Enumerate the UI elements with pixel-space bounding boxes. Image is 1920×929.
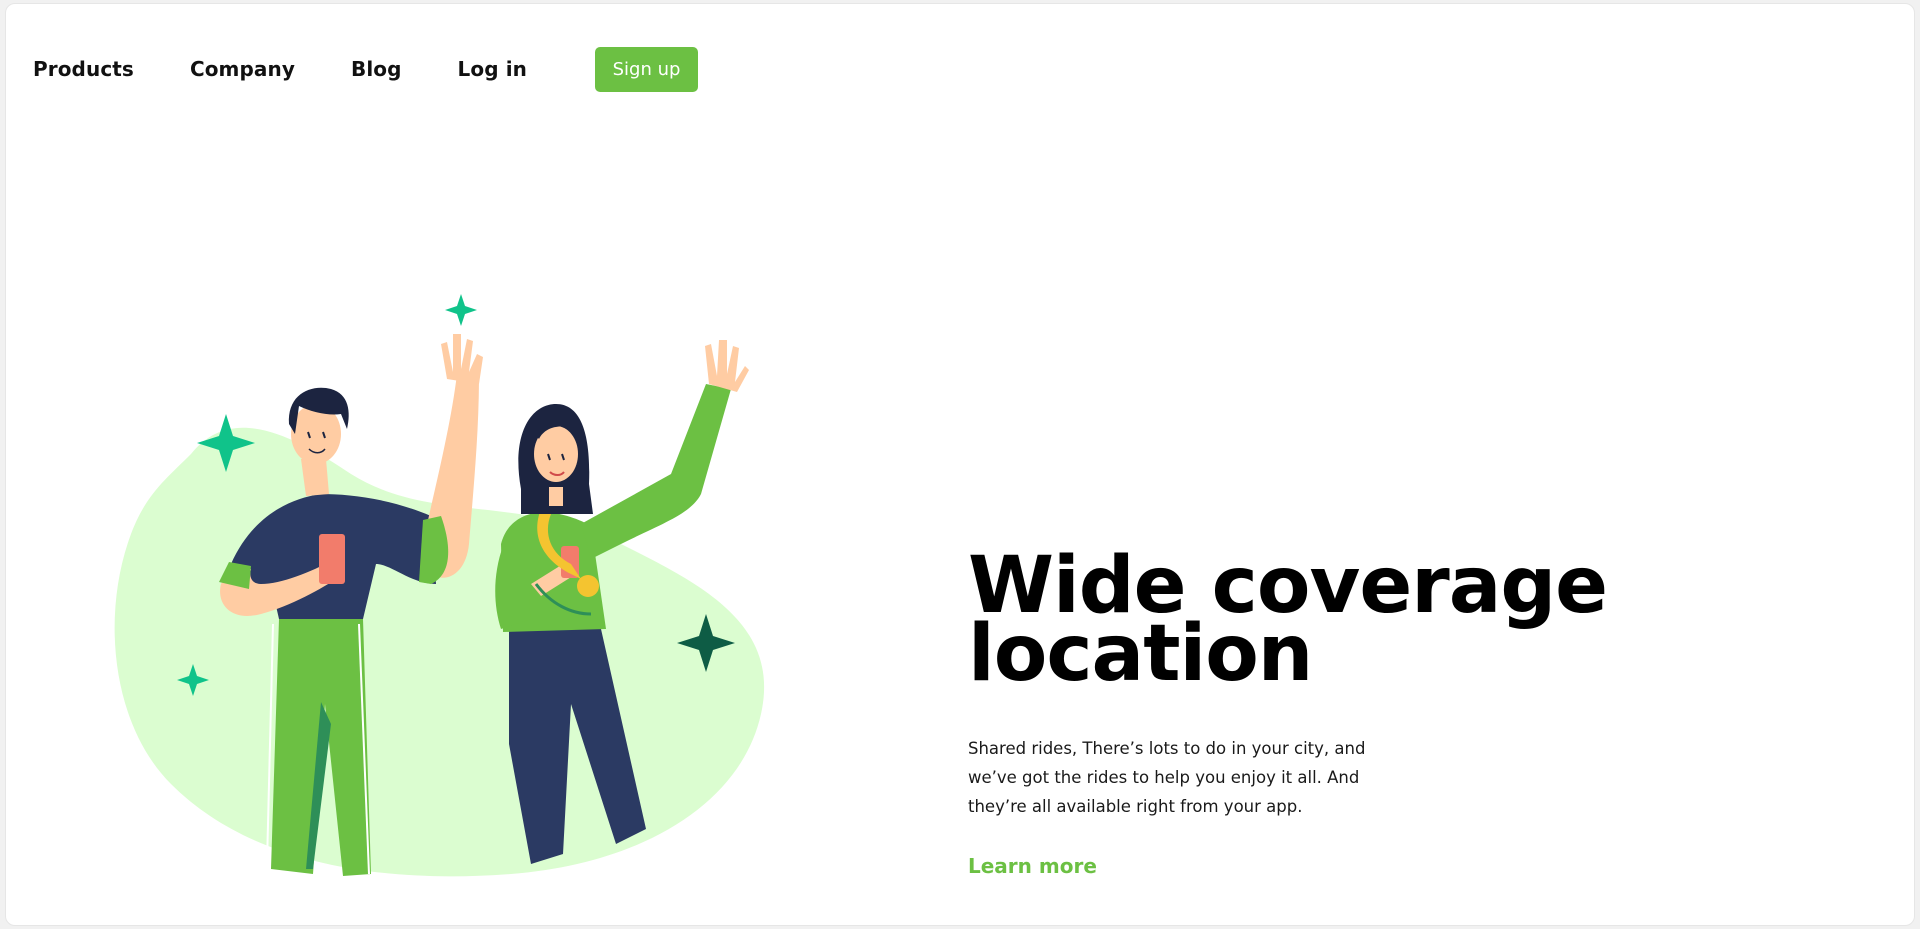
- page: Products Company Blog Log in Sign up Wid…: [5, 3, 1915, 926]
- top-nav: Products Company Blog Log in Sign up: [33, 44, 699, 94]
- medal-icon: [577, 575, 599, 597]
- signup-button[interactable]: Sign up: [595, 46, 699, 92]
- nav-products-link[interactable]: Products: [33, 57, 134, 81]
- phone-icon: [319, 534, 345, 584]
- hero-illustration: [114, 294, 765, 877]
- nav-company-link[interactable]: Company: [190, 57, 295, 81]
- hero-title: Wide coverage location: [968, 541, 1608, 699]
- hero-description: Shared rides, There’s lots to do in your…: [968, 739, 1366, 816]
- nav-blog-link[interactable]: Blog: [351, 57, 402, 81]
- sparkle-icon: [445, 294, 477, 326]
- learn-more-link[interactable]: Learn more: [968, 854, 1097, 878]
- nav-login-link[interactable]: Log in: [458, 57, 527, 81]
